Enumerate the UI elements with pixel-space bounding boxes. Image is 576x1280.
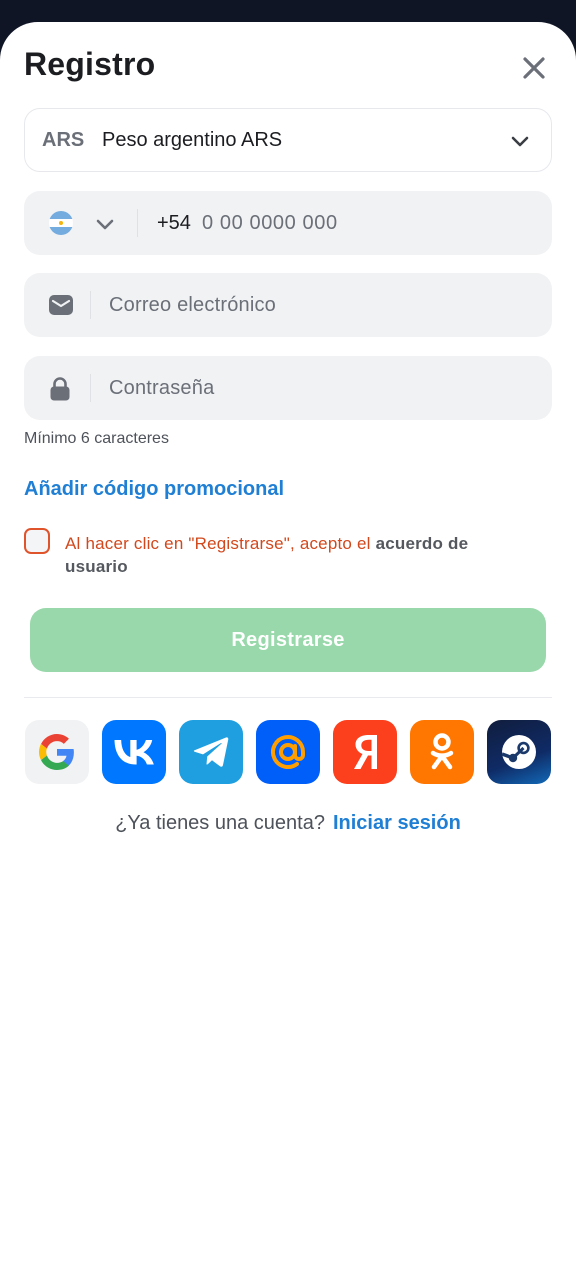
telegram-icon <box>193 737 229 767</box>
currency-name: Peso argentino ARS <box>102 129 283 151</box>
steam-icon <box>501 735 536 769</box>
email-field <box>24 273 552 337</box>
registration-modal: Registro ARS Peso argentino ARS +54 0 00… <box>0 22 576 1280</box>
mail-ru-login-button[interactable] <box>256 720 320 784</box>
lock-icon <box>50 377 70 401</box>
at-sign-icon <box>271 735 305 769</box>
agreement-checkbox[interactable] <box>24 528 50 554</box>
phone-prefix: +54 <box>157 212 191 234</box>
login-prompt: ¿Ya tienes una cuenta? Iniciar sesión <box>0 812 576 835</box>
currency-select[interactable]: ARS Peso argentino ARS <box>24 108 552 172</box>
password-input[interactable] <box>109 372 529 404</box>
password-field <box>24 356 552 420</box>
add-promo-code-link[interactable]: Añadir código promocional <box>24 478 284 501</box>
phone-input[interactable] <box>202 207 522 239</box>
login-question: ¿Ya tienes una cuenta? <box>115 812 325 834</box>
divider <box>90 291 91 319</box>
vk-login-button[interactable] <box>102 720 166 784</box>
modal-title: Registro <box>24 46 156 82</box>
steam-login-button[interactable] <box>487 720 551 784</box>
login-link[interactable]: Iniciar sesión <box>333 812 461 834</box>
divider <box>90 374 91 402</box>
agreement-text: Al hacer clic en "Registrarse", acepto e… <box>65 532 535 578</box>
close-button[interactable] <box>518 52 550 84</box>
odnoklassniki-login-button[interactable] <box>410 720 474 784</box>
currency-code: ARS <box>42 129 85 151</box>
google-login-button[interactable] <box>25 720 89 784</box>
divider <box>24 697 552 698</box>
envelope-icon <box>49 295 73 315</box>
argentina-flag-icon[interactable] <box>49 211 73 235</box>
odnoklassniki-icon <box>430 733 454 770</box>
email-input[interactable] <box>109 289 529 321</box>
agreement-label: Al hacer clic en "Registrarse", acepto e… <box>65 534 376 553</box>
telegram-login-button[interactable] <box>179 720 243 784</box>
chevron-down-icon <box>511 136 529 147</box>
yandex-login-button[interactable] <box>333 720 397 784</box>
register-button[interactable]: Registrarse <box>30 608 546 672</box>
close-icon <box>523 57 545 79</box>
social-login-row <box>25 720 553 784</box>
vk-icon <box>114 740 154 765</box>
divider <box>137 209 138 237</box>
yandex-icon <box>354 735 377 769</box>
phone-field: +54 <box>24 191 552 255</box>
password-hint: Mínimo 6 caracteres <box>24 430 169 447</box>
google-icon <box>39 734 74 770</box>
country-chevron-down-icon[interactable] <box>94 213 116 235</box>
